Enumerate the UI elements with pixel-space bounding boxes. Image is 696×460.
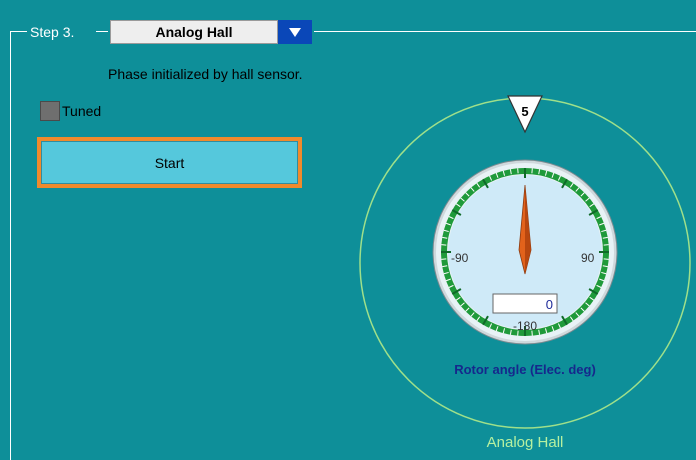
groupbox-border-top-right	[314, 31, 696, 32]
tuned-checkbox[interactable]: Tuned	[40, 101, 101, 121]
dropdown-arrow-button[interactable]	[278, 20, 312, 44]
angle-readout-value: 0	[546, 297, 553, 312]
groupbox-border-top-mid	[96, 31, 108, 32]
gauge-footer-label: Analog Hall	[487, 434, 564, 451]
tuned-label: Tuned	[62, 103, 102, 119]
sensor-dropdown-value: Analog Hall	[110, 20, 278, 44]
phase-description: Phase initialized by hall sensor.	[108, 66, 303, 82]
tuned-indicator[interactable]	[40, 101, 60, 121]
scale-label-bottom: -180	[513, 319, 537, 333]
triangle-down-icon	[289, 28, 301, 37]
scale-label-right: 90	[581, 251, 595, 265]
position-marker-value: 5	[521, 104, 528, 119]
sensor-dropdown[interactable]: Analog Hall	[110, 20, 312, 44]
scale-label-left: -90	[451, 251, 469, 265]
start-button[interactable]: Start	[41, 141, 298, 184]
gauge-caption: Rotor angle (Elec. deg)	[454, 362, 596, 377]
step-label: Step 3.	[30, 24, 75, 40]
start-button-focus-ring: Start	[37, 137, 302, 188]
rotor-angle-gauge: -90 90 -180 0 5 Rotor angle (Elec. deg) …	[359, 95, 691, 451]
groupbox-border-left	[10, 31, 11, 460]
groupbox-border-top-left	[10, 31, 27, 32]
